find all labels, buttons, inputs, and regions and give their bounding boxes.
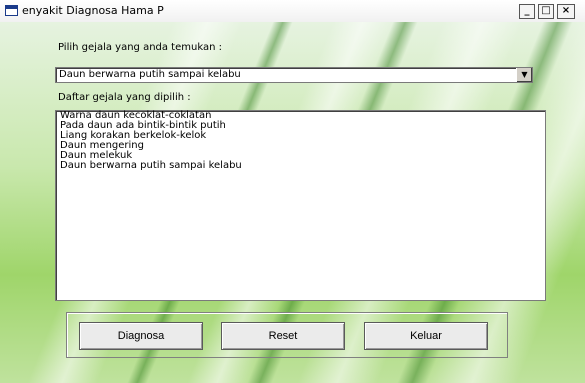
list-item[interactable]: Daun berwarna putih sampai kelabu (56, 161, 545, 171)
maximize-button[interactable]: □ (538, 4, 554, 19)
app-window: enyakit Diagnosa Hama P _ □ × Pilih geja… (0, 0, 585, 383)
selected-symptoms-list[interactable]: Warna daun kecoklat-coklatan Pada daun a… (55, 110, 546, 301)
reset-button[interactable]: Reset (221, 322, 345, 350)
title-bar[interactable]: enyakit Diagnosa Hama P _ □ × (0, 0, 585, 23)
window-title: enyakit Diagnosa Hama P (22, 4, 164, 17)
window-icon[interactable] (5, 5, 18, 16)
close-button[interactable]: × (557, 4, 575, 19)
symptom-dropdown-value: Daun berwarna putih sampai kelabu (59, 69, 241, 80)
diagnose-button[interactable]: Diagnosa (79, 322, 203, 350)
minimize-button[interactable]: _ (519, 4, 535, 19)
exit-button[interactable]: Keluar (364, 322, 488, 350)
symptom-prompt-label: Pilih gejala yang anda temukan : (58, 42, 222, 53)
symptom-dropdown[interactable]: Daun berwarna putih sampai kelabu ▼ (55, 67, 533, 83)
chevron-down-icon[interactable]: ▼ (516, 68, 532, 82)
selected-list-label: Daftar gejala yang dipilih : (58, 92, 191, 103)
